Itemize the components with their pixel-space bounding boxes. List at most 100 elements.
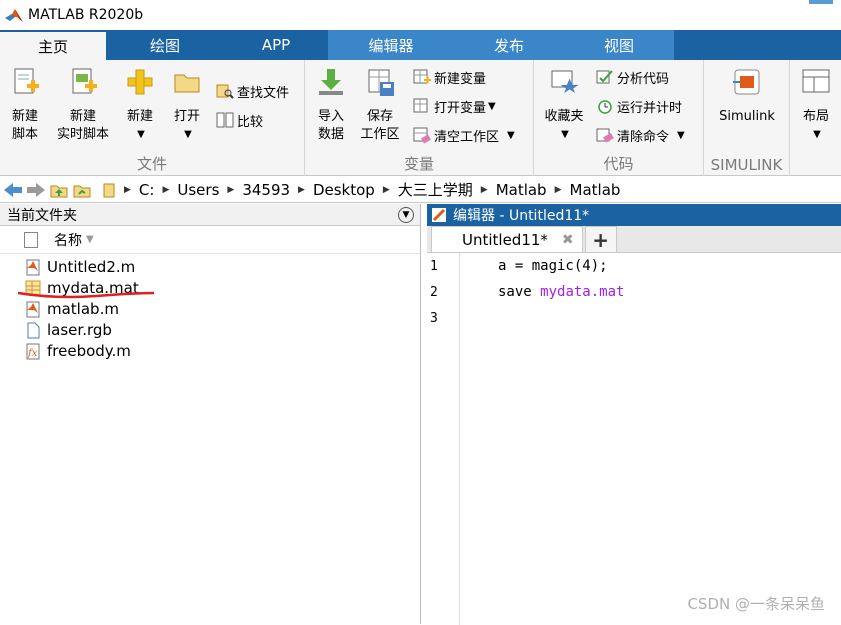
import-data-icon (319, 69, 343, 95)
new-live-script-button[interactable]: 新建 实时脚本 (52, 66, 114, 144)
tab-editor[interactable]: 编辑器 (328, 30, 454, 60)
breadcrumb-item[interactable]: 34593 (242, 181, 290, 199)
new-variable-button[interactable]: 新建变量 (413, 66, 486, 88)
chevron-down-icon: ▼ (184, 129, 192, 140)
document-icon (27, 322, 40, 338)
add-tab-button[interactable]: + (584, 226, 617, 252)
import-data-button[interactable]: 导入 数据 (311, 66, 351, 144)
chevron-down-icon: ▼ (813, 129, 821, 140)
watermark: CSDN @一条呆呆鱼 (687, 595, 825, 613)
ribbon-tab-bar: 主页 绘图 APP 编辑器 发布 视图 (0, 30, 841, 60)
breadcrumb-item[interactable]: Desktop (313, 181, 375, 199)
up-folder-icon[interactable] (49, 181, 69, 199)
breadcrumb-item[interactable]: 大三上学期 (398, 179, 473, 200)
environment-group: 布局 ▼ (790, 60, 841, 176)
list-item[interactable]: laser.rgb (0, 319, 420, 340)
favorites-icon (551, 70, 579, 93)
analyze-code-label: 分析代码 (617, 71, 670, 87)
breadcrumb-separator-icon: ▶ (227, 184, 235, 195)
breadcrumb-item[interactable]: Matlab (496, 181, 547, 199)
name-column-header[interactable]: 名称 (54, 230, 82, 250)
breadcrumb-item[interactable]: C: (139, 181, 155, 199)
editor-tab-group: 编辑器 发布 视图 (328, 30, 674, 60)
chevron-down-icon: ▼ (507, 129, 515, 141)
code-line: 1 a = magic(4); (427, 253, 841, 279)
analyze-code-button[interactable]: 分析代码 (596, 66, 669, 88)
ribbon: 新建 脚本 新建 实时脚本 新建 ▼ 打开 ▼ 查找文件 比较 文件 导入 数据… (0, 60, 841, 176)
simulink-group-label: SIMULINK (710, 156, 783, 174)
window-control[interactable] (809, 0, 833, 4)
save-workspace-icon (368, 69, 394, 96)
run-and-time-button[interactable]: 运行并计时 (596, 95, 682, 117)
save-workspace-label: 保存 工作区 (360, 109, 400, 142)
new-script-button[interactable]: 新建 脚本 (4, 66, 46, 144)
editor-title: 编辑器 - Untitled11* (453, 208, 590, 224)
back-arrow-icon[interactable] (3, 181, 23, 199)
tab-home[interactable]: 主页 (0, 30, 106, 60)
layout-button[interactable]: 布局 ▼ (796, 66, 836, 144)
new-live-script-icon (72, 68, 97, 94)
new-button[interactable]: 新建 ▼ (120, 66, 160, 144)
line-number: 3 (430, 310, 438, 326)
breadcrumb-item[interactable]: Users (177, 181, 219, 199)
chevron-down-icon: ▼ (137, 129, 145, 140)
editor-tab-bar: Untitled11* ✖ + (427, 226, 841, 253)
window-title: MATLAB R2020b (28, 7, 144, 23)
find-files-button[interactable]: 查找文件 (216, 80, 289, 102)
breadcrumb-separator-icon: ▶ (554, 184, 562, 195)
clear-workspace-icon (413, 127, 431, 144)
line-number: 2 (430, 284, 438, 300)
editor-tab[interactable]: Untitled11* ✖ (431, 226, 583, 252)
sort-caret-icon: ▼ (86, 234, 94, 245)
simulink-button[interactable]: Simulink (714, 66, 780, 126)
clear-commands-label: 清除命令 (617, 129, 670, 145)
clear-workspace-button[interactable]: 清空工作区 ▼ (413, 124, 515, 146)
panel-title: 当前文件夹 (7, 207, 77, 224)
column-header: 名称 ▼ (0, 226, 420, 254)
red-underline-annotation (17, 291, 155, 299)
code-string: mydata.mat (540, 284, 625, 300)
matlab-script-icon (26, 259, 40, 275)
compare-label: 比较 (237, 114, 264, 130)
open-variable-label: 打开变量 (434, 100, 487, 116)
code-keyword: save (498, 284, 541, 300)
close-icon[interactable]: ✖ (562, 232, 574, 248)
clear-workspace-label: 清空工作区 (434, 129, 500, 145)
file-list: Untitled2.m mydata.mat matlab.m laser.rg… (0, 254, 420, 361)
tab-apps[interactable]: APP (224, 30, 328, 60)
open-variable-button[interactable]: 打开变量 ▼ (413, 95, 496, 117)
current-folder-header: 当前文件夹 ▼ (0, 204, 420, 226)
chevron-down-icon: ▼ (677, 129, 685, 141)
tab-plots[interactable]: 绘图 (106, 30, 224, 60)
clear-commands-button[interactable]: 清除命令 ▼ (596, 124, 685, 146)
code-text: save mydata.mat (498, 284, 624, 300)
code-line: 2 save mydata.mat (427, 279, 841, 305)
tab-publish[interactable]: 发布 (454, 30, 564, 60)
current-folder-panel: 当前文件夹 ▼ 名称 ▼ Untitled2.m mydata.mat matl… (0, 204, 421, 624)
chevron-down-icon: ▼ (561, 129, 569, 140)
clear-commands-icon (596, 128, 614, 143)
favorites-button[interactable]: 收藏夹 ▼ (540, 66, 588, 144)
compare-button[interactable]: 比较 (216, 109, 263, 131)
open-button[interactable]: 打开 ▼ (168, 66, 206, 144)
panel-menu-icon[interactable]: ▼ (398, 207, 414, 223)
browse-folder-icon[interactable] (72, 181, 92, 199)
breadcrumb-item[interactable]: Matlab (570, 181, 621, 199)
breadcrumb-separator-icon: ▶ (382, 184, 390, 195)
save-workspace-button[interactable]: 保存 工作区 (357, 66, 403, 144)
tab-view[interactable]: 视图 (564, 30, 674, 60)
file-group-label: 文件 (136, 155, 167, 173)
list-item[interactable]: fx freebody.m (0, 340, 420, 361)
matlab-function-icon: fx (26, 343, 40, 359)
new-label: 新建 (126, 109, 153, 124)
forward-arrow-icon[interactable] (26, 181, 46, 199)
chevron-down-icon: ▼ (488, 100, 496, 112)
list-item[interactable]: Untitled2.m (0, 256, 420, 277)
code-area[interactable]: 1 a = magic(4); 2 save mydata.mat 3 (427, 253, 841, 625)
open-label: 打开 (173, 109, 200, 124)
code-group-label: 代码 (603, 155, 634, 173)
editor-header: 编辑器 - Untitled11* (427, 204, 841, 226)
new-variable-icon (413, 69, 431, 84)
editor-pencil-icon (432, 208, 446, 222)
editor-tab-label: Untitled11* (462, 230, 548, 249)
